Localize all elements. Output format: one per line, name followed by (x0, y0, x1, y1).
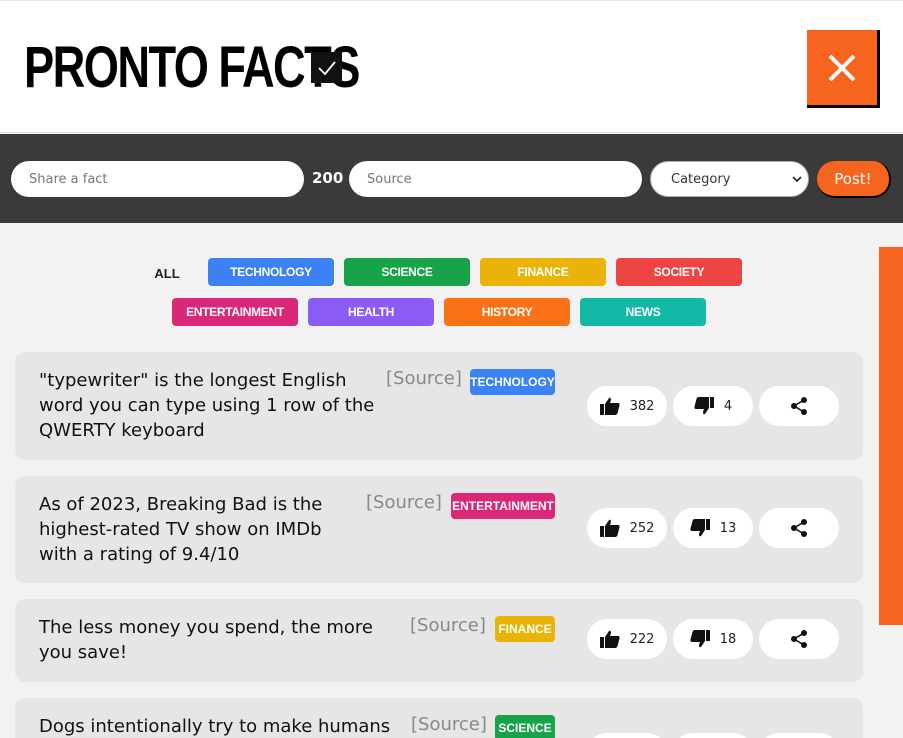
thumbs-down-icon (690, 519, 710, 537)
share-button[interactable] (759, 386, 839, 426)
category-select[interactable]: Category (650, 161, 809, 197)
share-icon (791, 397, 807, 415)
fact-text: The less money you spend, the more you s… (39, 617, 373, 663)
share-button[interactable] (759, 508, 839, 548)
app-title: PRONTO FACTS (24, 35, 360, 100)
fact-category-tag: TECHNOLOGY (470, 369, 555, 395)
category-select-value: Category (671, 171, 731, 187)
dislike-count: 4 (723, 398, 733, 414)
fact-category-tag: ENTERTAINMENT (451, 493, 555, 519)
like-count: 382 (629, 398, 655, 414)
fact-card: Dogs intentionally try to make humans [S… (15, 698, 863, 738)
thumbs-up-icon (599, 397, 620, 415)
fact-source-link[interactable]: [Source] (366, 492, 442, 513)
share-icon (791, 519, 807, 537)
dislike-button[interactable]: 18 (673, 619, 753, 659)
fact-text: Dogs intentionally try to make humans (39, 716, 391, 737)
fact-text: As of 2023, Breaking Bad is the highest-… (39, 494, 323, 565)
like-button[interactable]: 222 (587, 619, 667, 659)
source-input[interactable] (349, 161, 642, 197)
fact-card: As of 2023, Breaking Bad is the highest-… (15, 476, 863, 583)
share-icon (791, 630, 807, 648)
filter-health[interactable]: HEALTH (308, 298, 434, 326)
close-icon (828, 54, 856, 81)
filter-technology[interactable]: TECHNOLOGY (208, 258, 334, 286)
like-button[interactable] (587, 733, 667, 738)
like-button[interactable]: 382 (587, 386, 667, 426)
brand: PRONTO FACTS (24, 39, 453, 97)
filter-all[interactable]: ALL (145, 263, 189, 283)
fact-text: "typewriter" is the longest English word… (39, 370, 375, 441)
filter-science[interactable]: SCIENCE (344, 258, 470, 286)
check-icon (311, 52, 342, 83)
filter-society[interactable]: SOCIETY (616, 258, 742, 286)
post-button[interactable]: Post! (817, 161, 891, 198)
thumbs-down-icon (690, 630, 710, 648)
fact-input[interactable] (11, 161, 304, 197)
side-accent-bar (879, 247, 903, 625)
fact-source-link[interactable]: [Source] (386, 368, 462, 389)
char-count: 200 (312, 169, 344, 187)
fact-card: The less money you spend, the more you s… (15, 599, 863, 682)
thumbs-up-icon (599, 519, 620, 537)
fact-card: "typewriter" is the longest English word… (15, 352, 863, 460)
thumbs-down-icon (694, 397, 714, 415)
chevron-down-icon (792, 176, 802, 183)
like-count: 222 (629, 631, 655, 647)
post-form: 200 Category Post! (0, 134, 903, 223)
like-button[interactable]: 252 (587, 508, 667, 548)
dislike-count: 18 (719, 631, 737, 647)
filter-news[interactable]: NEWS (580, 298, 706, 326)
fact-source-link[interactable]: [Source] (411, 714, 487, 735)
share-button[interactable] (759, 733, 839, 738)
fact-source-link[interactable]: [Source] (410, 615, 486, 636)
filter-finance[interactable]: FINANCE (480, 258, 606, 286)
thumbs-up-icon (599, 630, 620, 648)
filter-history[interactable]: HISTORY (444, 298, 570, 326)
dislike-button[interactable]: 4 (673, 386, 753, 426)
dislike-count: 13 (719, 520, 737, 536)
like-count: 252 (629, 520, 655, 536)
fact-category-tag: FINANCE (495, 616, 555, 642)
share-button[interactable] (759, 619, 839, 659)
dislike-button[interactable]: 13 (673, 508, 753, 548)
close-button[interactable] (807, 30, 880, 108)
fact-category-tag: SCIENCE (495, 715, 555, 738)
header: PRONTO FACTS (0, 0, 903, 133)
filter-entertainment[interactable]: ENTERTAINMENT (172, 298, 298, 326)
dislike-button[interactable] (673, 733, 753, 738)
